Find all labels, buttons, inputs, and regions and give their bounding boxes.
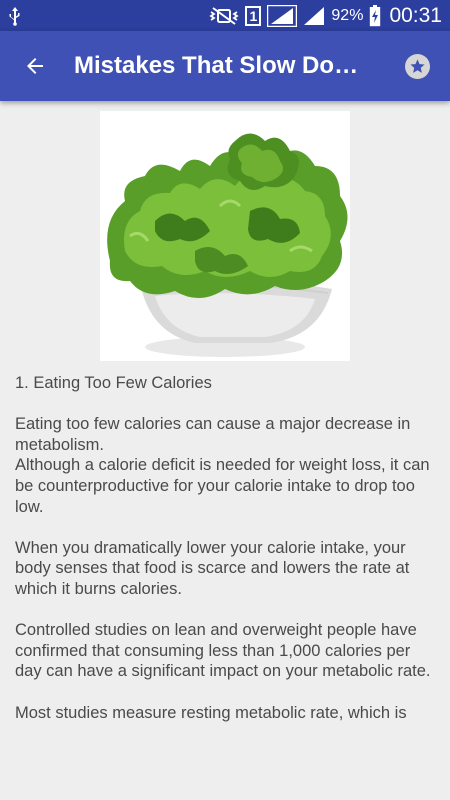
sim-badge: 1: [245, 5, 262, 26]
app-toolbar: Mistakes That Slow Down Your Metabolism: [0, 31, 450, 101]
article-paragraph: When you dramatically lower your calorie…: [15, 538, 410, 598]
signal-icon: [267, 4, 298, 27]
star-icon: [409, 58, 426, 75]
arrow-back-icon: [23, 54, 47, 78]
article-content[interactable]: 1. Eating Too Few Calories Eating too fe…: [0, 101, 450, 737]
status-bar: 1 92% 00:31: [0, 0, 450, 31]
favorite-button[interactable]: [384, 31, 450, 101]
article-paragraph: Eating too few calories can cause a majo…: [15, 415, 430, 516]
article-paragraph: Controlled studies on lean and overweigh…: [15, 621, 431, 681]
usb-icon: [8, 6, 22, 26]
article-body: 1. Eating Too Few Calories Eating too fe…: [15, 373, 440, 737]
battery-charging-icon: [369, 4, 381, 27]
page-title: Mistakes That Slow Down Your Metabolism: [74, 52, 384, 79]
article-image: [100, 111, 350, 361]
battery-percent: 92%: [331, 6, 364, 24]
signal-icon-2: [303, 6, 325, 26]
status-time: 00:31: [389, 3, 442, 27]
article-heading: 1. Eating Too Few Calories: [15, 374, 212, 392]
article-paragraph: Most studies measure resting metabolic r…: [15, 703, 407, 722]
back-button[interactable]: [0, 31, 70, 101]
vibrate-off-icon: [209, 6, 240, 26]
